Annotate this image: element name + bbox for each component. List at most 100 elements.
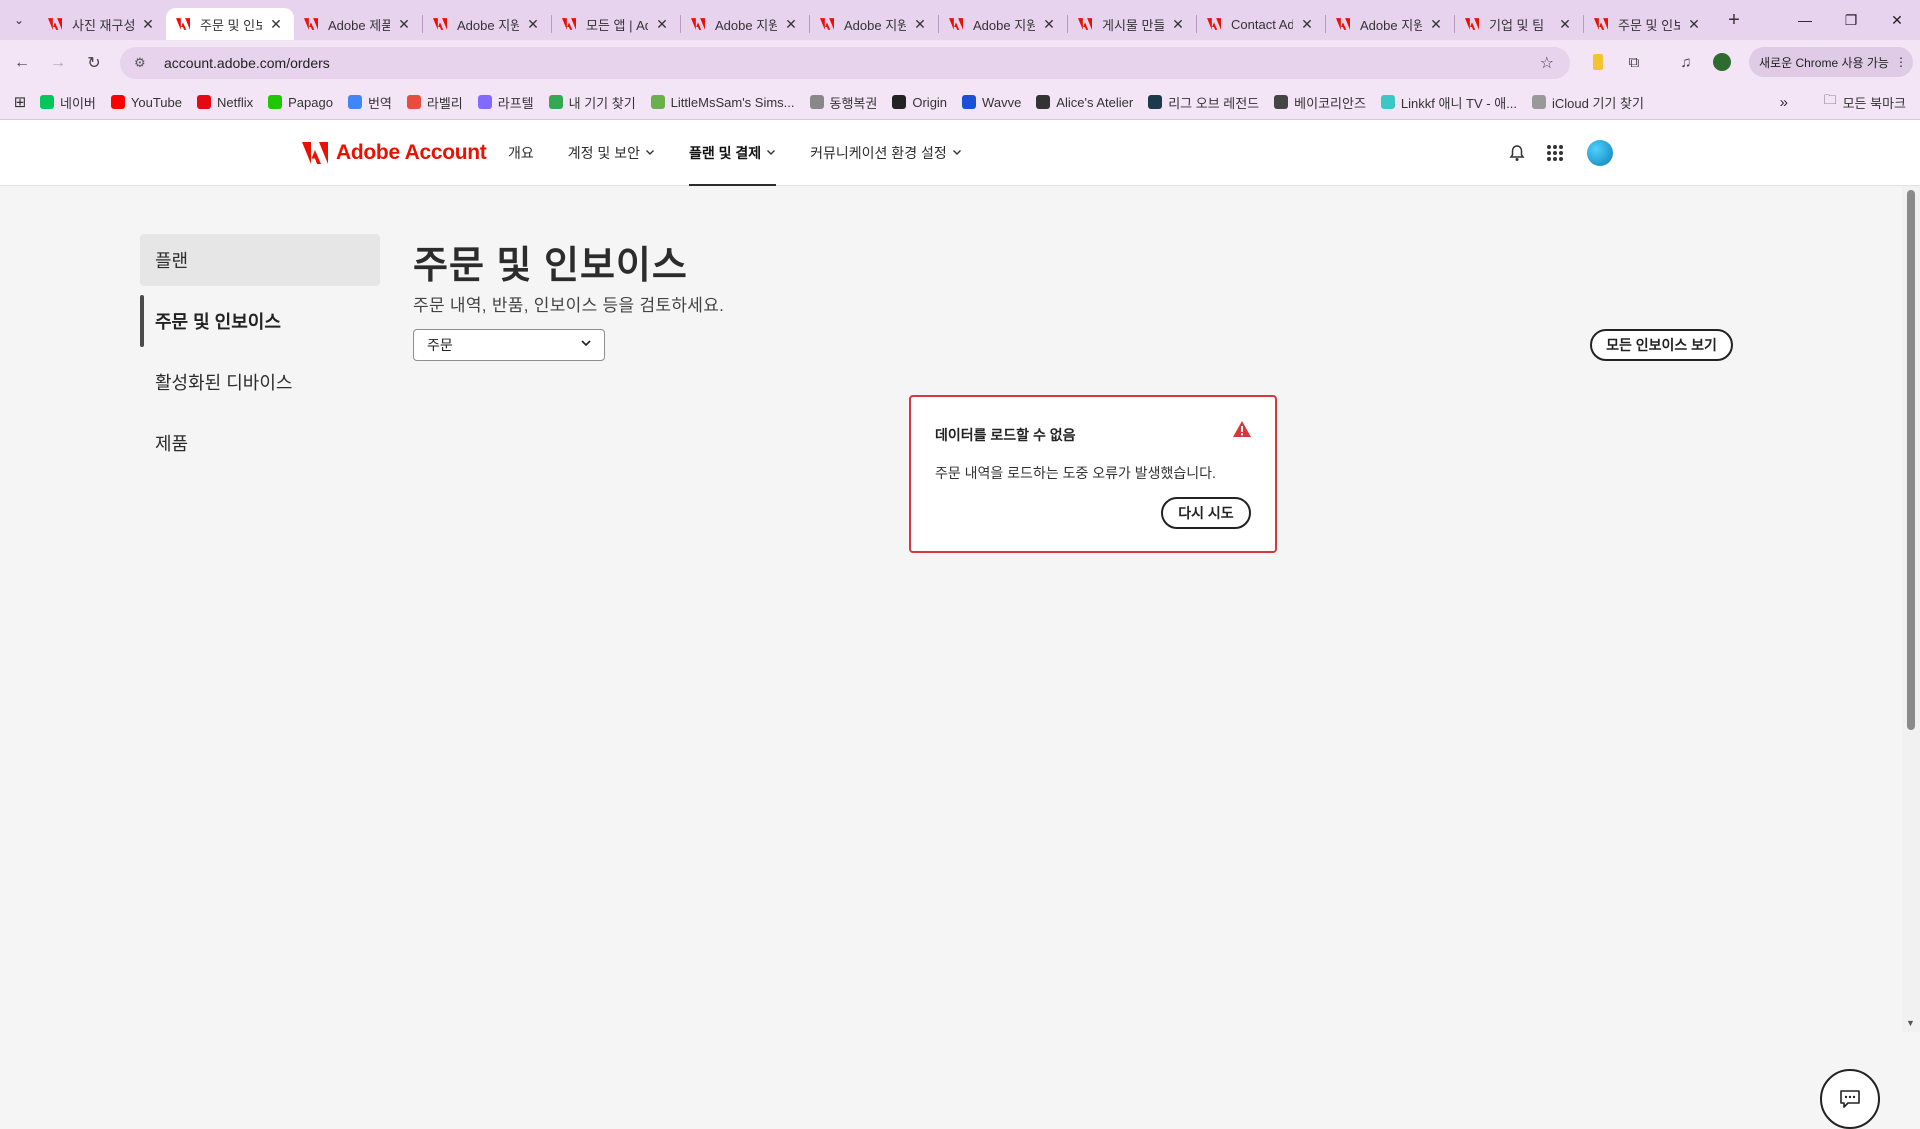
back-icon[interactable]: ← xyxy=(8,49,36,77)
extensions-puzzle-icon[interactable]: ⧉ xyxy=(1622,50,1646,74)
bookmark-label: LittleMsSam's Sims... xyxy=(670,94,795,110)
bookmark-item[interactable]: Linkkf 애니 TV - 애... xyxy=(1380,93,1517,112)
sidebar-item[interactable]: 제품 xyxy=(140,417,380,469)
bookmark-item[interactable]: 내 기기 찾기 xyxy=(548,93,636,112)
tab-list: 사진 재구성✕주문 및 인보이스✕Adobe 제품✕Adobe 지원✕모든 앱 … xyxy=(38,0,1712,40)
bookmark-favicon-icon xyxy=(406,95,421,109)
tab-close-icon[interactable]: ✕ xyxy=(912,16,928,33)
bookmarks-overflow-icon[interactable]: » xyxy=(1780,94,1788,111)
minimize-icon[interactable]: — xyxy=(1782,0,1828,40)
window-controls: — ❐ ✕ xyxy=(1782,0,1920,40)
browser-tab[interactable]: Adobe 지원 ✕ xyxy=(939,8,1067,40)
tab-title: Adobe 지원 xyxy=(1360,17,1422,33)
bookmark-item[interactable]: Origin xyxy=(892,95,947,110)
tab-close-icon[interactable]: ✕ xyxy=(654,16,670,33)
browser-tab[interactable]: 주문 및 인보이스 ✕ xyxy=(166,8,294,40)
browser-tab[interactable]: Adobe 지원 ✕ xyxy=(1326,8,1454,40)
browser-tab[interactable]: Adobe 지원 ✕ xyxy=(810,8,938,40)
tab-close-icon[interactable]: ✕ xyxy=(396,16,412,33)
adobe-logo[interactable]: Adobe Account xyxy=(302,141,487,165)
top-nav-item[interactable]: 계정 및 보안 xyxy=(568,120,655,186)
browser-tab[interactable]: 주문 및 인보이스 ✕ xyxy=(1584,8,1712,40)
bookmark-favicon-icon xyxy=(196,95,211,109)
chevron-down-icon xyxy=(580,337,592,352)
bookmark-item[interactable]: Alice's Atelier xyxy=(1036,95,1133,110)
bookmark-item[interactable]: 번역 xyxy=(347,93,392,112)
close-window-icon[interactable]: ✕ xyxy=(1874,0,1920,40)
sidebar-item[interactable]: 주문 및 인보이스 xyxy=(140,295,380,347)
new-tab-button[interactable]: + xyxy=(1718,4,1750,36)
tab-close-icon[interactable]: ✕ xyxy=(525,16,541,33)
order-filter-dropdown[interactable]: 주문 xyxy=(413,329,605,361)
top-nav-item[interactable]: 커뮤니케이션 환경 설정 xyxy=(810,120,962,186)
media-control-icon[interactable]: ♫ xyxy=(1674,50,1698,74)
bookmark-item[interactable]: Papago xyxy=(268,95,333,110)
url-text: account.adobe.com/orders xyxy=(164,55,330,71)
user-avatar[interactable] xyxy=(1587,120,1613,186)
bookmark-item[interactable]: 라벨리 xyxy=(406,93,463,112)
browser-tab[interactable]: 모든 앱 | Adobe ✕ xyxy=(552,8,680,40)
browser-tab[interactable]: 기업 및 팀 ✕ xyxy=(1455,8,1583,40)
forward-icon[interactable]: → xyxy=(44,49,72,77)
apps-grid-icon[interactable]: ⊞ xyxy=(0,93,40,111)
more-menu-icon[interactable]: ⋮ xyxy=(1895,55,1907,69)
view-all-invoices-button[interactable]: 모든 인보이스 보기 xyxy=(1590,329,1733,361)
omnibox[interactable]: ⚙ account.adobe.com/orders ☆ xyxy=(120,47,1570,79)
all-bookmarks-folder[interactable]: 🗀 모든 북마크 xyxy=(1824,91,1906,113)
notifications-bell-icon[interactable] xyxy=(1508,120,1526,186)
browser-tab[interactable]: Contact Adobe ✕ xyxy=(1197,8,1325,40)
tab-close-icon[interactable]: ✕ xyxy=(1170,16,1186,33)
tab-close-icon[interactable]: ✕ xyxy=(1557,16,1573,33)
top-nav-item[interactable]: 개요 xyxy=(508,120,534,186)
extension-battery-icon[interactable] xyxy=(1586,50,1610,74)
tab-close-icon[interactable]: ✕ xyxy=(268,16,284,33)
tab-close-icon[interactable]: ✕ xyxy=(1041,16,1057,33)
page-scrollbar[interactable]: ▼ xyxy=(1902,186,1920,1032)
tab-title: Adobe 제품 xyxy=(328,17,390,33)
retry-button[interactable]: 다시 시도 xyxy=(1161,497,1251,529)
browser-tab[interactable]: 게시물 만들기 ✕ xyxy=(1068,8,1196,40)
bookmark-item[interactable]: LittleMsSam's Sims... xyxy=(650,94,795,110)
tab-close-icon[interactable]: ✕ xyxy=(1299,16,1315,33)
chevron-down-icon xyxy=(645,147,655,160)
reload-icon[interactable]: ↻ xyxy=(80,49,108,77)
browser-tab-strip: ⌄ 사진 재구성✕주문 및 인보이스✕Adobe 제품✕Adobe 지원✕모든 … xyxy=(0,0,1920,40)
bookmark-label: Papago xyxy=(288,94,333,110)
scrollbar-thumb[interactable] xyxy=(1907,190,1915,730)
bookmark-item[interactable]: iCloud 기기 찾기 xyxy=(1532,93,1644,112)
sidebar-item[interactable]: 플랜 xyxy=(140,234,380,286)
adobe-favicon-icon xyxy=(1207,17,1221,31)
tab-title: Adobe 지원 xyxy=(844,17,906,33)
restore-icon[interactable]: ❐ xyxy=(1828,0,1874,40)
browser-tab[interactable]: 사진 재구성 ✕ xyxy=(38,8,166,40)
adobe-favicon-icon xyxy=(1336,17,1350,31)
bookmark-item[interactable]: 동행복권 xyxy=(809,93,877,112)
site-info-icon[interactable]: ⚙ xyxy=(134,55,152,71)
browser-tab[interactable]: Adobe 지원 ✕ xyxy=(681,8,809,40)
tab-search-chevron-icon[interactable]: ⌄ xyxy=(0,0,38,40)
sidebar-item[interactable]: 활성화된 디바이스 xyxy=(140,356,380,408)
bookmark-item[interactable]: Wavve xyxy=(962,95,1021,110)
tab-close-icon[interactable]: ✕ xyxy=(140,16,156,33)
bookmark-item[interactable]: 라프텔 xyxy=(477,93,534,112)
adobe-favicon-icon xyxy=(562,17,576,31)
bookmark-item[interactable]: YouTube xyxy=(110,94,182,110)
scroll-down-arrow-icon[interactable]: ▼ xyxy=(1906,1018,1915,1028)
tab-close-icon[interactable]: ✕ xyxy=(1686,16,1702,33)
bookmark-item[interactable]: 베이코리안즈 xyxy=(1274,93,1366,112)
chrome-update-button[interactable]: 새로운 Chrome 사용 가능 ⋮ xyxy=(1749,47,1913,77)
tab-close-icon[interactable]: ✕ xyxy=(1428,16,1444,33)
bookmark-item[interactable]: 리그 오브 레전드 xyxy=(1148,93,1259,112)
tab-close-icon[interactable]: ✕ xyxy=(783,16,799,33)
adobe-favicon-icon xyxy=(820,17,834,31)
browser-tab[interactable]: Adobe 지원 ✕ xyxy=(423,8,551,40)
browser-tab[interactable]: Adobe 제품 ✕ xyxy=(294,8,422,40)
bookmark-item[interactable]: 네이버 xyxy=(40,93,96,112)
profile-avatar-icon[interactable] xyxy=(1710,50,1734,74)
top-nav-item[interactable]: 플랜 및 결제 xyxy=(688,120,777,186)
bookmark-label: YouTube xyxy=(130,94,182,110)
bookmark-item[interactable]: Netflix xyxy=(196,95,253,110)
apps-switcher-icon[interactable] xyxy=(1546,120,1564,186)
bookmark-star-icon[interactable]: ☆ xyxy=(1540,53,1554,73)
chat-support-button[interactable] xyxy=(1820,1069,1880,1129)
